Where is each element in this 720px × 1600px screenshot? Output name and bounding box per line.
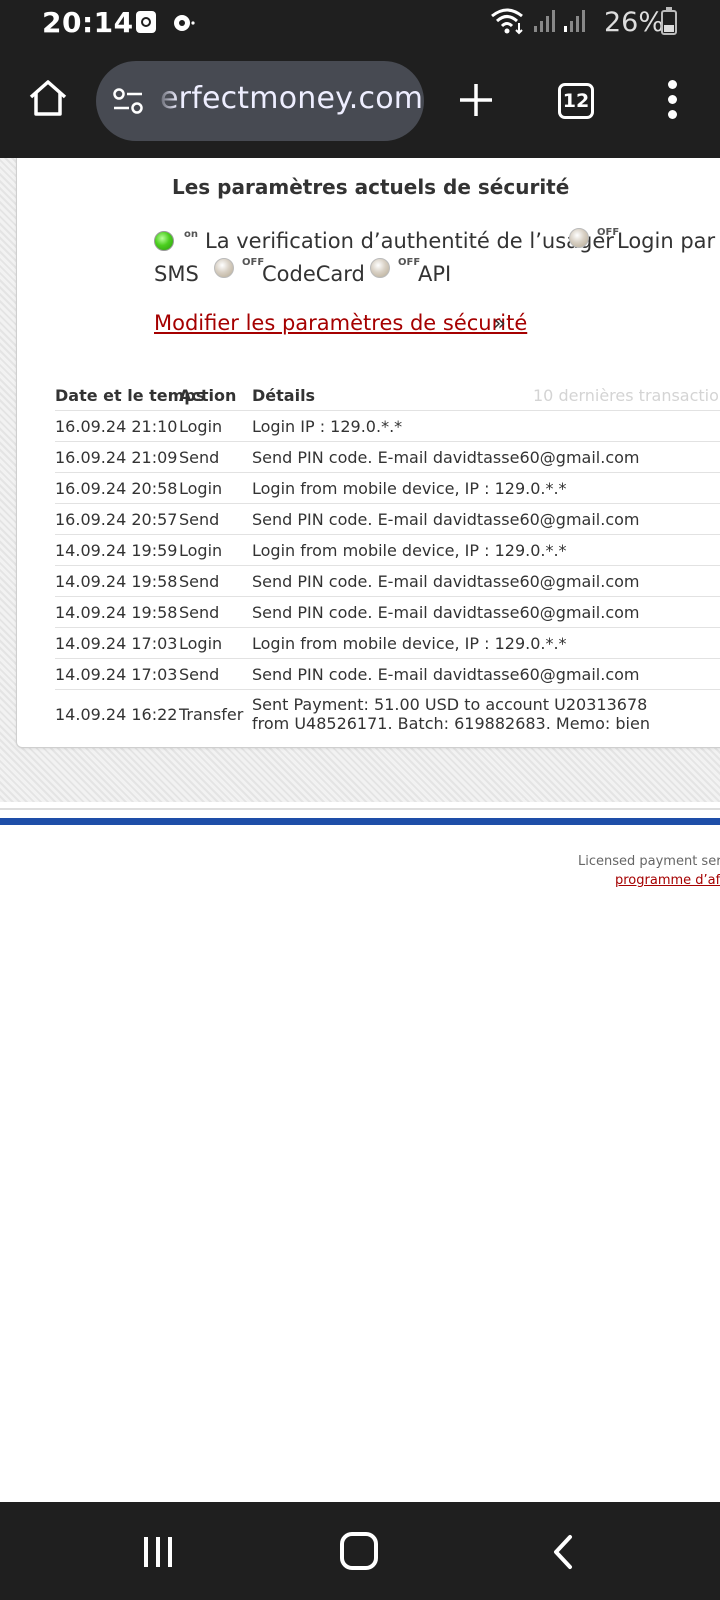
table-row: 16.09.24 20:57 Send Send PIN code. E-mai… [55,503,720,534]
menu-dot [668,80,677,89]
row-action: Send [179,510,220,529]
row-date: 16.09.24 20:57 [55,510,178,529]
menu-dot [668,110,677,119]
row-details: Send PIN code. E-mail davidtasse60@gmail… [252,448,640,467]
led-on-icon [154,231,174,251]
table-row: 16.09.24 20:58 Login Login from mobile d… [55,472,720,503]
row-details: Login from mobile device, IP : 129.0.*.* [252,541,567,560]
web-page: Les paramètres actuels de sécurité on La… [0,158,720,1502]
browser-toolbar: erfectmoney.com 12 [0,46,720,158]
table-row: 14.09.24 19:58 Send Send PIN code. E-mai… [55,565,720,596]
url-fade [156,61,178,141]
signal-icon [564,10,585,32]
table-header: Date et le temps Action Détails 10 derni… [55,380,720,410]
security-item-sms: Login par [617,229,716,253]
row-details: Send PIN code. E-mail davidtasse60@gmail… [252,603,640,622]
row-details: Login from mobile device, IP : 129.0.*.* [252,479,567,498]
led-state-label: OFF [398,257,421,268]
menu-dot [668,95,677,104]
table-row: 16.09.24 21:10 Login Login IP : 129.0.*.… [55,410,720,441]
status-bar: 20:14 26% [0,0,720,46]
led-state-label: OFF [597,227,620,238]
security-item-codecard: CodeCard [262,262,365,286]
row-date: 16.09.24 21:09 [55,448,178,467]
note-icon [136,11,156,33]
row-date: 14.09.24 16:22 [55,705,178,724]
row-action: Login [179,417,223,436]
row-date: 14.09.24 19:59 [55,541,178,560]
back-icon[interactable] [548,1534,578,1570]
sync-icon [174,15,195,31]
home-icon[interactable] [340,1532,378,1570]
security-title: Les paramètres actuels de sécurité [172,175,570,199]
security-item-sms-cont: SMS [154,262,199,286]
row-details: Send PIN code. E-mail davidtasse60@gmail… [252,572,640,591]
plus-icon[interactable] [456,80,496,120]
row-details: Login IP : 129.0.*.* [252,417,403,436]
row-details: Send PIN code. E-mail davidtasse60@gmail… [252,665,640,684]
recent-apps-icon[interactable] [140,1534,176,1570]
transactions-table: Date et le temps Action Détails 10 derni… [55,380,720,739]
more-vert-icon[interactable] [656,76,688,124]
led-off-icon [370,258,390,278]
licensed-payment-text: Licensed payment servic [578,854,720,869]
status-time: 20:14 [42,6,134,39]
footer-divider [0,808,720,810]
battery-percent: 26% [604,7,665,38]
row-date: 14.09.24 17:03 [55,634,178,653]
table-row: 14.09.24 19:58 Send Send PIN code. E-mai… [55,596,720,627]
footer-blue-band [0,818,720,825]
url-text: erfectmoney.com [160,81,424,116]
security-item-user-auth: La verification d’authentité de l’usager [205,229,614,253]
row-date: 16.09.24 21:10 [55,417,178,436]
column-header-details: Détails [252,386,316,405]
row-date: 16.09.24 20:58 [55,479,178,498]
navigation-bar [0,1502,720,1600]
row-details: Sent Payment: 51.00 USD to account U2031… [252,695,650,733]
last-transactions-note: 10 dernières transactions [533,386,720,405]
row-date: 14.09.24 19:58 [55,603,178,622]
table-row: 14.09.24 17:03 Send Send PIN code. E-mai… [55,658,720,689]
led-state-label: OFF [242,257,265,268]
table-row: 16.09.24 21:09 Send Send PIN code. E-mai… [55,441,720,472]
row-action: Send [179,603,220,622]
row-action: Login [179,479,223,498]
row-action: Send [179,448,220,467]
affiliate-program-link[interactable]: programme d’affil [615,873,720,888]
row-action: Transfer [179,705,244,724]
column-header-action: Action [179,386,237,405]
security-item-api: API [418,262,452,286]
row-action: Send [179,572,220,591]
row-details: Login from mobile device, IP : 129.0.*.* [252,634,567,653]
row-details: Send PIN code. E-mail davidtasse60@gmail… [252,510,640,529]
tab-switcher-button[interactable]: 12 [558,83,594,119]
led-off-icon [214,258,234,278]
home-icon[interactable] [26,76,70,120]
wifi-icon [491,8,523,35]
led-state-label: on [184,229,198,240]
signal-icon [534,10,555,32]
modify-security-link[interactable]: Modifier les paramètres de sécurité [154,311,527,335]
table-row: 14.09.24 16:22 Transfer Sent Payment: 51… [55,689,720,739]
row-date: 14.09.24 17:03 [55,665,178,684]
address-bar[interactable]: erfectmoney.com [96,61,424,141]
row-date: 14.09.24 19:58 [55,572,178,591]
row-action: Login [179,634,223,653]
table-row: 14.09.24 19:59 Login Login from mobile d… [55,534,720,565]
led-off-icon [569,228,589,248]
site-settings-icon[interactable] [112,87,144,115]
modify-security-arrow: » [493,311,506,335]
table-row: 14.09.24 17:03 Login Login from mobile d… [55,627,720,658]
battery-icon [661,7,677,35]
row-action: Login [179,541,223,560]
row-action: Send [179,665,220,684]
